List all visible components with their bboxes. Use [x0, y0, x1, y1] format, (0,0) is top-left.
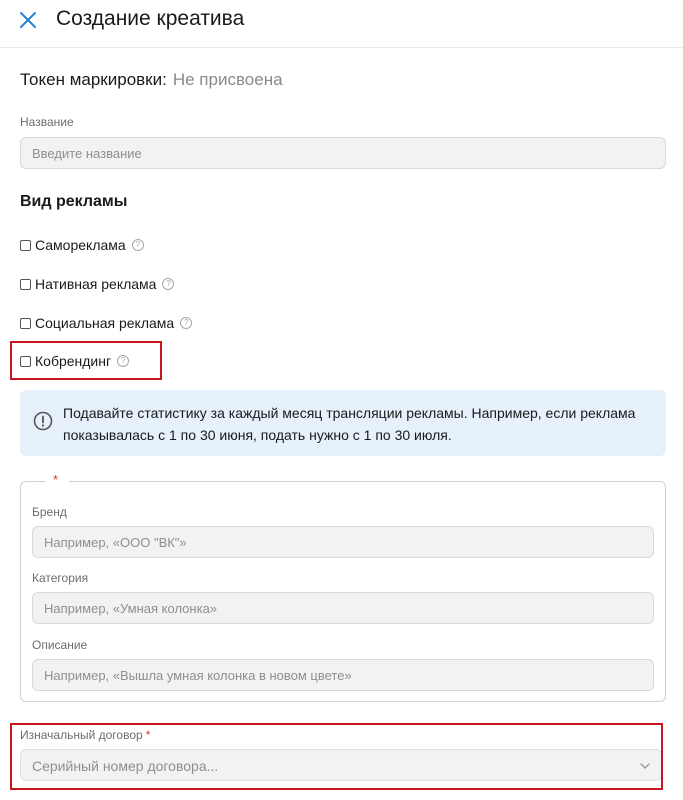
checkbox[interactable] [20, 239, 31, 251]
info-text: Подавайте статистику за каждый месяц тра… [63, 405, 636, 443]
help-icon[interactable]: ? [162, 278, 175, 290]
checkbox[interactable] [20, 278, 31, 290]
checkbox-label: Социальная реклама [35, 315, 175, 331]
checkbox-label: Самореклама [35, 237, 126, 253]
name-input[interactable] [20, 137, 666, 169]
token-value: Не присвоена [172, 70, 283, 89]
ad-type-title: Вид рекламы [20, 193, 128, 210]
close-button[interactable] [16, 8, 40, 32]
checkbox-label: Нативная реклама [35, 276, 157, 292]
token-row: Токен маркировки: Не присвоена [20, 69, 283, 91]
help-icon[interactable]: ? [131, 239, 144, 251]
description-input[interactable] [32, 659, 654, 691]
category-input[interactable] [32, 592, 654, 624]
info-icon [33, 411, 53, 431]
category-label: Категория [32, 571, 89, 585]
highlight-cobranding [10, 341, 162, 380]
highlight-contract [10, 723, 663, 790]
checkbox[interactable] [20, 317, 31, 329]
brand-input[interactable] [32, 526, 654, 558]
close-icon [20, 12, 36, 28]
checkbox-self-ad[interactable]: Самореклама ? [20, 236, 144, 254]
checkbox-native-ad[interactable]: Нативная реклама ? [20, 275, 175, 293]
help-icon[interactable]: ? [180, 317, 193, 329]
description-label: Описание [32, 638, 88, 652]
header-divider [0, 47, 683, 48]
brand-label: Бренд [32, 505, 67, 519]
info-banner: Подавайте статистику за каждый месяц тра… [20, 390, 666, 456]
required-mark: * [53, 472, 59, 487]
page-title: Создание креатива [56, 7, 245, 30]
checkbox-social-ad[interactable]: Социальная реклама ? [20, 314, 193, 332]
header: Создание креатива [0, 0, 683, 44]
token-label: Токен маркировки: [20, 70, 167, 89]
name-field-label: Название [20, 115, 74, 129]
